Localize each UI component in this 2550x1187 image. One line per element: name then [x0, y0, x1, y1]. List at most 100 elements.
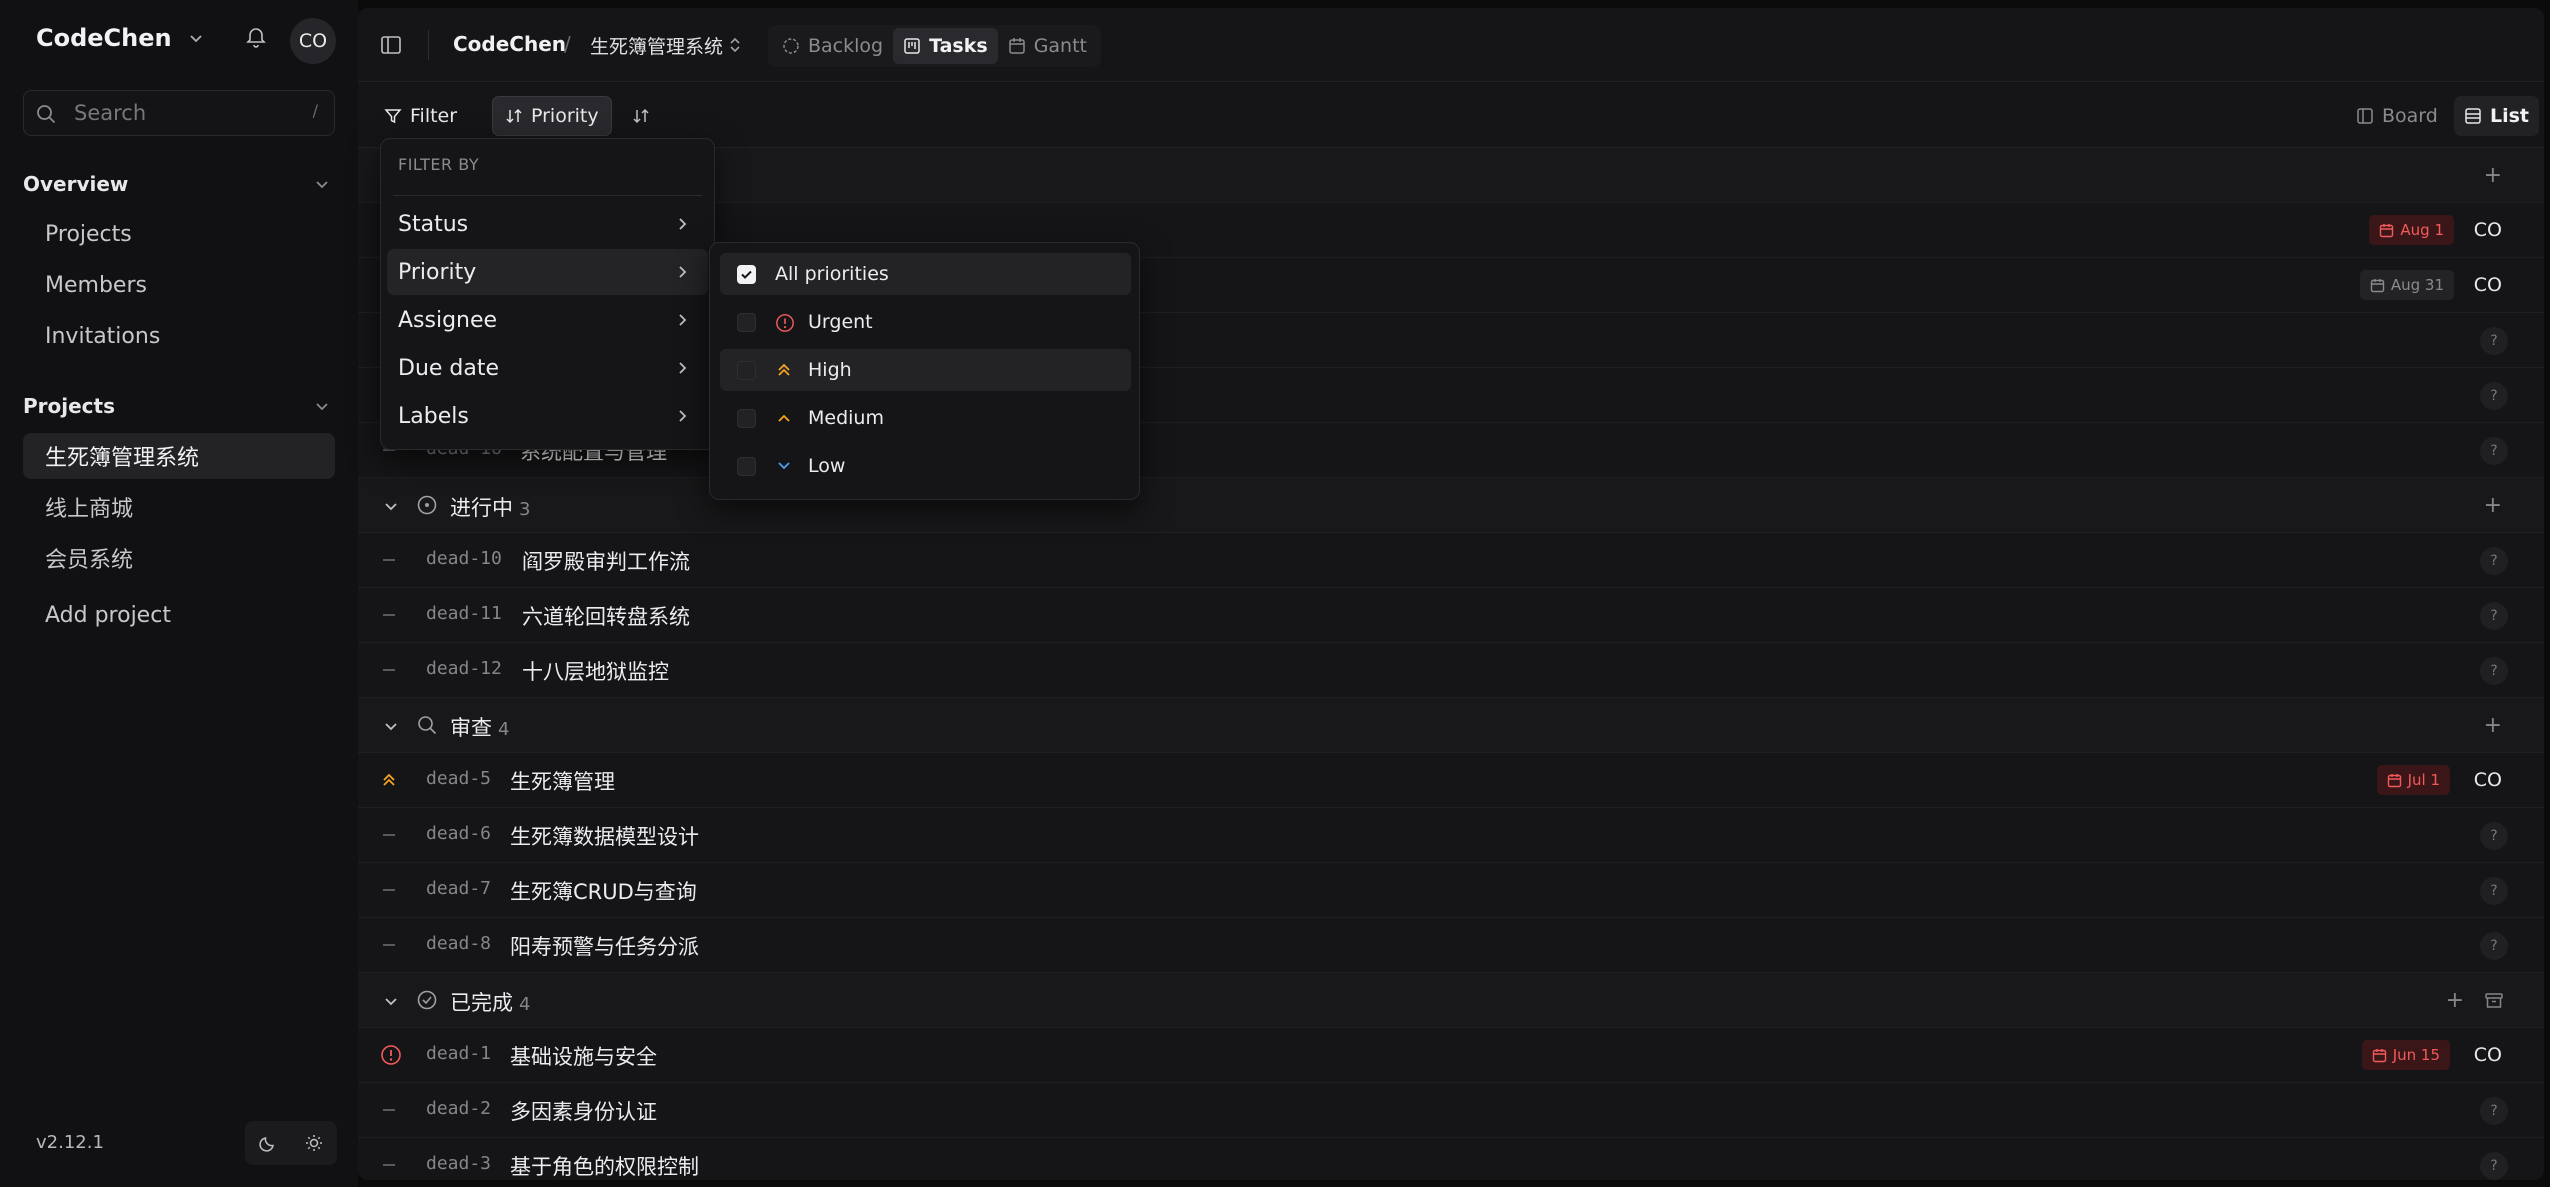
- search-input[interactable]: Search /: [23, 90, 335, 136]
- assignee-avatar[interactable]: CO: [2474, 769, 2502, 791]
- chevron-updown-icon[interactable]: [728, 36, 742, 54]
- tab-backlog[interactable]: Backlog: [772, 28, 893, 64]
- table-row[interactable]: dead-2 多因素身份认证 ?: [358, 1083, 2544, 1138]
- table-row[interactable]: dead-8 阳寿预警与任务分派 ?: [358, 918, 2544, 973]
- priority-option-high[interactable]: High: [720, 349, 1131, 391]
- assignee-unknown-icon[interactable]: ?: [2480, 877, 2508, 905]
- overview-chevron-icon[interactable]: [314, 176, 330, 192]
- due-date-badge[interactable]: Jul 1: [2376, 765, 2450, 795]
- sidebar-project-3[interactable]: 会员系统: [23, 535, 335, 581]
- table-row[interactable]: dead-5 生死簿管理 Jul 1 CO: [358, 753, 2544, 808]
- priority-option-all[interactable]: All priorities: [720, 253, 1131, 295]
- task-title: 生死簿数据模型设计: [510, 825, 699, 849]
- sort-priority-button[interactable]: Priority: [492, 96, 612, 136]
- option-label: All priorities: [775, 263, 889, 285]
- task-id: dead-10: [426, 548, 502, 569]
- theme-toggle[interactable]: [245, 1121, 337, 1165]
- task-title: 生死簿管理: [510, 770, 615, 794]
- priority-option-medium[interactable]: Medium: [720, 397, 1131, 439]
- filter-menu-item-labels[interactable]: Labels: [387, 393, 708, 439]
- view-list-button[interactable]: List: [2454, 96, 2540, 136]
- filter-button[interactable]: Filter: [372, 96, 469, 136]
- workspace-name[interactable]: CodeChen: [36, 24, 172, 52]
- priority-option-low[interactable]: Low: [720, 445, 1131, 487]
- filter-icon: [384, 107, 402, 125]
- tab-gantt-label: Gantt: [1033, 35, 1087, 57]
- sidebar-item-invitations[interactable]: Invitations: [23, 313, 335, 359]
- urgent-icon: [380, 1044, 402, 1066]
- bell-icon[interactable]: [244, 25, 268, 49]
- assignee-unknown-icon[interactable]: ?: [2480, 932, 2508, 960]
- filter-menu-item-due-date[interactable]: Due date: [387, 345, 708, 391]
- group-header-done[interactable]: 已完成 4 +: [358, 973, 2544, 1028]
- filter-menu-item-assignee[interactable]: Assignee: [387, 297, 708, 343]
- backlog-icon: [782, 37, 800, 55]
- sidebar-item-members[interactable]: Members: [23, 262, 335, 308]
- checkbox[interactable]: [737, 361, 756, 380]
- breadcrumb-project[interactable]: 生死簿管理系统: [590, 32, 723, 59]
- due-date-badge[interactable]: Aug 1: [2369, 215, 2454, 245]
- table-row[interactable]: dead-3 基于角色的权限控制 ?: [358, 1138, 2544, 1180]
- high-priority-icon: [775, 361, 793, 379]
- sidebar-project-2[interactable]: 线上商城: [23, 484, 335, 530]
- assignee-unknown-icon[interactable]: ?: [2480, 547, 2508, 575]
- menu-item-label: Due date: [398, 355, 500, 381]
- chevron-down-icon[interactable]: [384, 499, 398, 513]
- overview-header[interactable]: Overview: [23, 172, 128, 196]
- review-icon: [416, 714, 438, 736]
- table-row[interactable]: dead-11 六道轮回转盘系统 ?: [358, 588, 2544, 643]
- assignee-unknown-icon[interactable]: ?: [2480, 327, 2508, 355]
- table-row[interactable]: dead-12 十八层地狱监控 ?: [358, 643, 2544, 698]
- assignee-unknown-icon[interactable]: ?: [2480, 602, 2508, 630]
- assignee-unknown-icon[interactable]: ?: [2480, 1152, 2508, 1180]
- table-row[interactable]: dead-6 生死簿数据模型设计 ?: [358, 808, 2544, 863]
- due-date-badge[interactable]: Jun 15: [2361, 1040, 2450, 1070]
- avatar[interactable]: CO: [290, 18, 336, 64]
- group-header-in-progress[interactable]: 进行中 3 +: [358, 478, 2544, 533]
- filter-menu-item-priority[interactable]: Priority: [387, 249, 708, 295]
- priority-option-urgent[interactable]: Urgent: [720, 301, 1131, 343]
- sun-icon[interactable]: [304, 1133, 324, 1153]
- checkbox[interactable]: [737, 313, 756, 332]
- sort-direction-button[interactable]: [620, 96, 662, 136]
- add-task-icon[interactable]: +: [2484, 713, 2502, 738]
- add-task-icon[interactable]: +: [2484, 493, 2502, 518]
- filter-menu-item-status[interactable]: Status: [387, 201, 708, 247]
- checkbox[interactable]: [737, 457, 756, 476]
- assignee-unknown-icon[interactable]: ?: [2480, 1097, 2508, 1125]
- sidebar-item-projects[interactable]: Projects: [23, 211, 335, 257]
- assignee-avatar[interactable]: CO: [2474, 274, 2502, 296]
- assignee-unknown-icon[interactable]: ?: [2480, 657, 2508, 685]
- group-header-review[interactable]: 审查 4 +: [358, 698, 2544, 753]
- assignee-avatar[interactable]: CO: [2474, 1044, 2502, 1066]
- assignee-unknown-icon[interactable]: ?: [2480, 382, 2508, 410]
- breadcrumb-workspace[interactable]: CodeChen: [453, 32, 566, 56]
- tab-gantt[interactable]: Gantt: [998, 28, 1097, 64]
- add-task-icon[interactable]: +: [2446, 988, 2464, 1013]
- due-date-badge[interactable]: Aug 31: [2359, 270, 2454, 300]
- sort-icon: [505, 107, 523, 125]
- chevron-down-icon[interactable]: [384, 719, 398, 733]
- add-task-icon[interactable]: +: [2484, 163, 2502, 188]
- moon-icon[interactable]: [258, 1133, 278, 1153]
- table-row[interactable]: dead-10 阎罗殿审判工作流 ?: [358, 533, 2544, 588]
- view-list-label: List: [2490, 105, 2530, 127]
- assignee-unknown-icon[interactable]: ?: [2480, 437, 2508, 465]
- projects-header[interactable]: Projects: [23, 394, 115, 418]
- add-project-button[interactable]: Add project: [23, 592, 335, 638]
- checkbox-checked[interactable]: [737, 265, 756, 284]
- table-row[interactable]: dead-7 生死簿CRUD与查询 ?: [358, 863, 2544, 918]
- sidebar-toggle-icon[interactable]: [380, 34, 402, 56]
- checkbox[interactable]: [737, 409, 756, 428]
- chevron-down-icon[interactable]: [384, 994, 398, 1008]
- workspace-chevron-icon[interactable]: [188, 30, 204, 46]
- calendar-icon: [2372, 1048, 2387, 1063]
- projects-chevron-icon[interactable]: [314, 398, 330, 414]
- sidebar-project-1[interactable]: 生死簿管理系统: [23, 433, 335, 479]
- view-board-button[interactable]: Board: [2346, 96, 2448, 136]
- archive-icon[interactable]: [2484, 991, 2504, 1011]
- assignee-avatar[interactable]: CO: [2474, 219, 2502, 241]
- table-row[interactable]: dead-1 基础设施与安全 Jun 15 CO: [358, 1028, 2544, 1083]
- assignee-unknown-icon[interactable]: ?: [2480, 822, 2508, 850]
- tab-tasks[interactable]: Tasks: [893, 28, 998, 64]
